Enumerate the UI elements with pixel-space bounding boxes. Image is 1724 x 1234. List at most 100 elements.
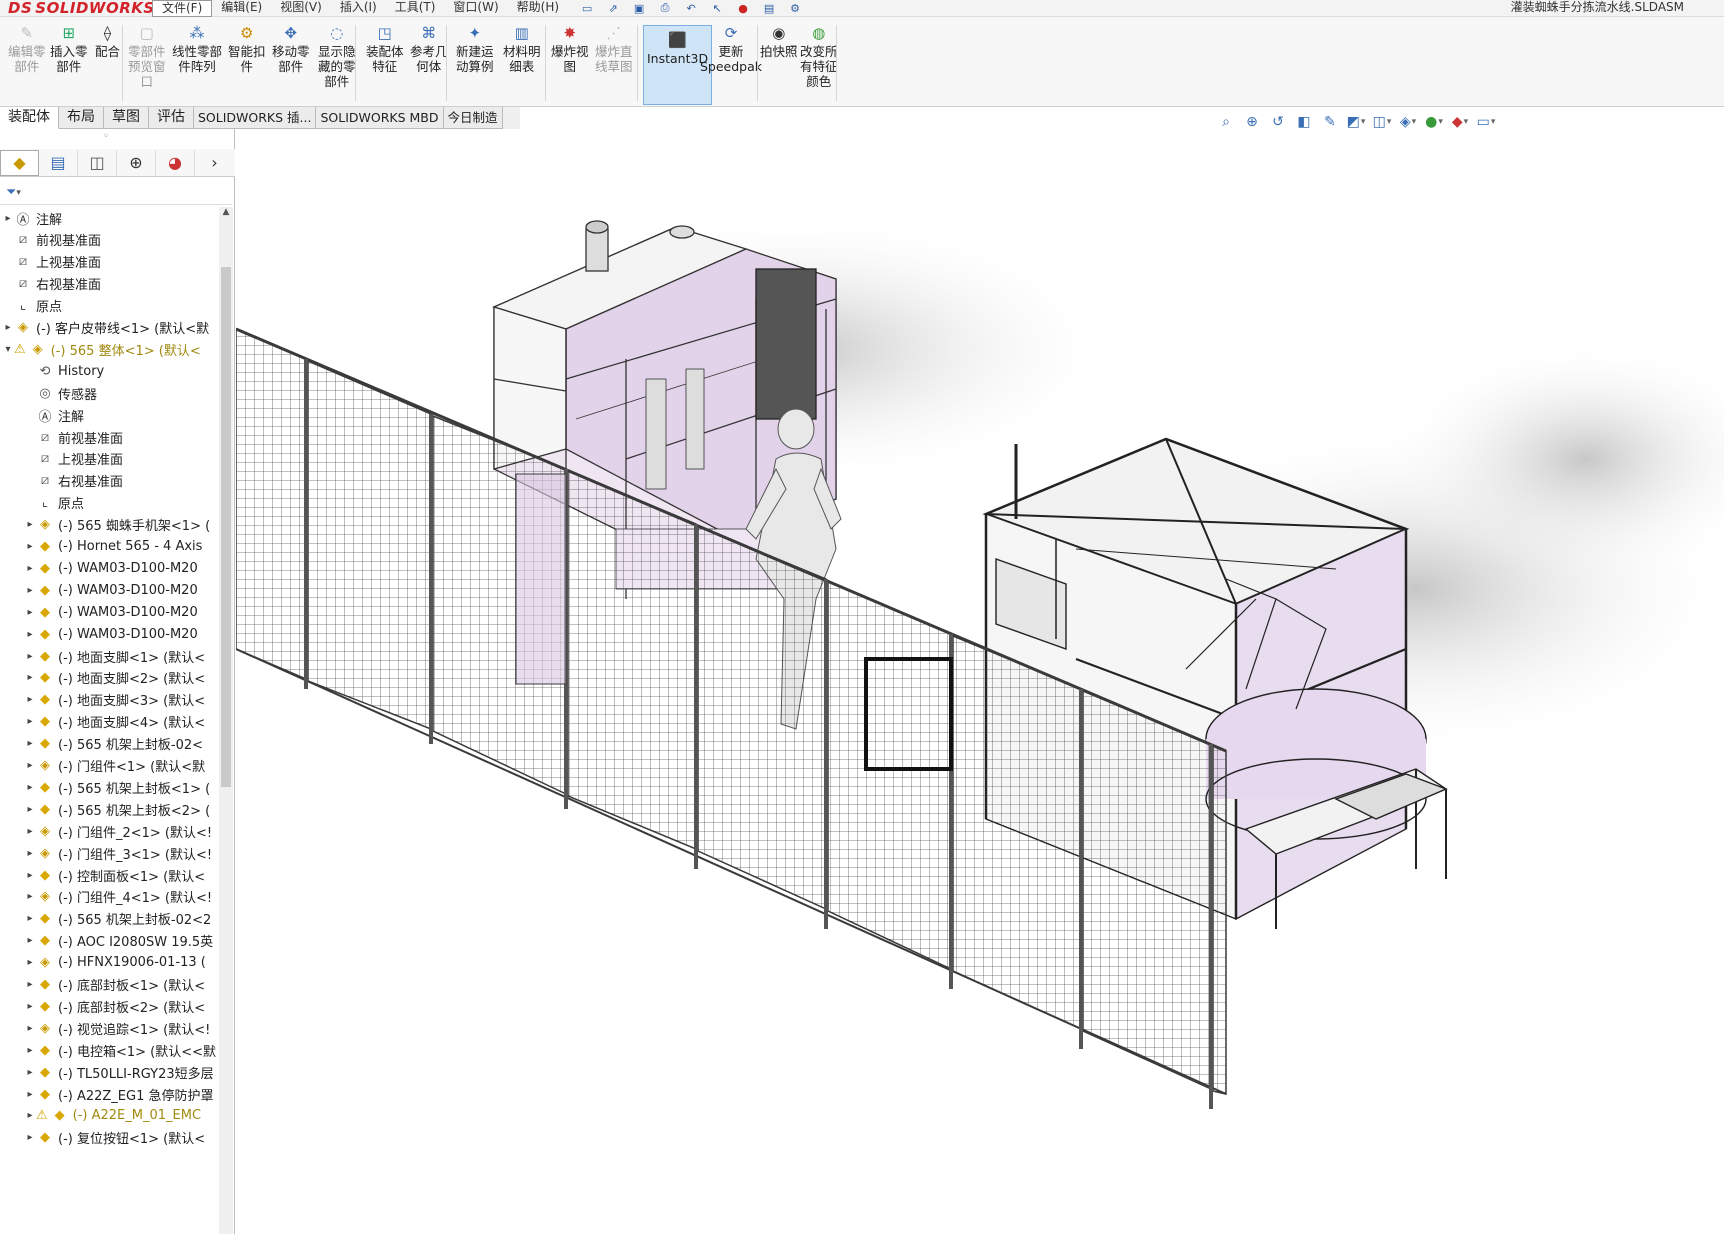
scrollbar-thumb[interactable] <box>221 267 231 787</box>
menu-item-1[interactable]: 编辑(E) <box>212 0 271 17</box>
tree-node[interactable]: ▸ ◈ (-) 门组件_2<1> (默认<! <box>0 820 218 842</box>
ribbon-button-17[interactable]: ◍ 改变所 有特征 颜色 <box>800 23 838 89</box>
tree-node[interactable]: ▸ ◆ (-) 地面支脚<4> (默认< <box>0 711 218 733</box>
command-tab-1[interactable]: 布局 <box>59 107 104 129</box>
tree-node[interactable]: ▸ ◆ (-) 控制面板<1> (默认< <box>0 864 218 886</box>
menu-item-4[interactable]: 工具(T) <box>386 0 445 17</box>
tree-node[interactable]: ⟲ History <box>0 360 218 382</box>
display-manager-tab-icon[interactable]: ◕ <box>156 149 195 176</box>
feature-tree-scrollbar[interactable]: ▲ <box>219 207 233 1234</box>
expand-toggle-icon[interactable]: ▸ <box>24 1045 36 1056</box>
command-tab-5[interactable]: SOLIDWORKS MBD <box>316 107 444 129</box>
ribbon-button-8[interactable]: ◳ 装配体 特征 <box>366 23 404 74</box>
tree-node[interactable]: ▸ ◈ (-) 视觉追踪<1> (默认<! <box>0 1017 218 1039</box>
command-tab-4[interactable]: SOLIDWORKS 插... <box>194 107 317 129</box>
tree-node[interactable]: ▸ ◆ (-) WAM03-D100-M20 <box>0 623 218 645</box>
property-manager-tab-icon[interactable]: ▤ <box>39 149 78 176</box>
expand-toggle-icon[interactable]: ▸ <box>24 1110 36 1121</box>
tree-node[interactable]: ▸ ◆ (-) 565 机架上封板<2> ( <box>0 798 218 820</box>
tree-node[interactable]: ▸ ◆ (-) 565 机架上封板-02<2 <box>0 908 218 930</box>
tree-node[interactable]: ▸ ◆ (-) 565 机架上封板-02< <box>0 733 218 755</box>
tree-node[interactable]: ▸ ◆ (-) WAM03-D100-M20 <box>0 557 218 579</box>
expand-toggle-icon[interactable]: ▸ <box>24 1089 36 1100</box>
tree-node[interactable]: ▸ ◆ (-) WAM03-D100-M20 <box>0 579 218 601</box>
panel-splitter-grip[interactable]: ◦ <box>103 131 109 142</box>
tree-node[interactable]: ⌞ 原点 <box>0 295 218 317</box>
ribbon-button-13[interactable]: ⋰ 爆炸直 线草图 <box>595 23 633 74</box>
tree-node[interactable]: ⧄ 右视基准面 <box>0 470 218 492</box>
tree-node[interactable]: ⧄ 上视基准面 <box>0 448 218 470</box>
command-tab-2[interactable]: 草图 <box>104 107 149 129</box>
menu-item-5[interactable]: 窗口(W) <box>444 0 507 17</box>
expand-toggle-icon[interactable]: ▸ <box>24 541 36 552</box>
tree-node[interactable]: ▸ ◈ (-) 565 蜘蛛手机架<1> ( <box>0 514 218 536</box>
expand-toggle-icon[interactable]: ▸ <box>24 629 36 640</box>
expand-toggle-icon[interactable]: ▸ <box>24 891 36 902</box>
expand-toggle-icon[interactable]: ▸ <box>24 848 36 859</box>
command-tab-0[interactable]: 装配体 <box>0 107 59 129</box>
tree-node[interactable]: ▸ ◈ (-) 门组件_3<1> (默认<! <box>0 842 218 864</box>
ribbon-button-3[interactable]: ▢ 零部件 预览窗 口 <box>128 23 166 89</box>
configuration-manager-tab-icon[interactable]: ◫ <box>78 149 117 176</box>
tree-node[interactable]: ▾ ⚠ ◈ (-) 565 整体<1> (默认< <box>0 338 218 360</box>
expand-toggle-icon[interactable]: ▸ <box>24 782 36 793</box>
tree-node[interactable]: ▸ ◆ (-) AOC I2080SW 19.5英 <box>0 930 218 952</box>
expand-toggle-icon[interactable]: ▸ <box>2 322 14 333</box>
feature-tree-filter[interactable]: ⏷ ▾ <box>0 181 232 205</box>
tree-node[interactable]: ▸ ◈ (-) 门组件<1> (默认<默 <box>0 755 218 777</box>
tree-node[interactable]: ⧄ 前视基准面 <box>0 229 218 251</box>
expand-toggle-icon[interactable]: ▸ <box>24 607 36 618</box>
graphics-area[interactable] <box>236 129 1724 1234</box>
expand-toggle-icon[interactable]: ▸ <box>24 957 36 968</box>
ribbon-button-15[interactable]: ⟳ 更新 Speedpak <box>700 23 762 74</box>
scroll-up-icon[interactable]: ▲ <box>219 207 233 221</box>
ribbon-button-9[interactable]: ⌘ 参考几 何体 <box>410 23 448 74</box>
ribbon-button-7[interactable]: ◌ 显示隐 藏的零 部件 <box>318 23 356 89</box>
tree-node[interactable]: ▸ ◆ (-) 电控箱<1> (默认<<默 <box>0 1039 218 1061</box>
ribbon-button-2[interactable]: ⟠ 配合 <box>95 23 120 59</box>
select-icon[interactable]: ↖ <box>706 1 728 16</box>
file-properties-icon[interactable]: ▤ <box>758 1 780 16</box>
tree-node[interactable]: ▸ ◆ (-) 地面支脚<3> (默认< <box>0 689 218 711</box>
tree-node[interactable]: ▸ ◆ (-) 565 机架上封板<1> ( <box>0 776 218 798</box>
expand-toggle-icon[interactable]: ▸ <box>24 979 36 990</box>
tree-node[interactable]: ▸ ◆ (-) WAM03-D100-M20 <box>0 601 218 623</box>
expand-toggle-icon[interactable]: ▸ <box>24 870 36 881</box>
menu-item-0[interactable]: 文件(F) <box>152 0 213 17</box>
expand-toggle-icon[interactable]: ▸ <box>24 1067 36 1078</box>
rebuild-icon[interactable]: ● <box>732 1 754 16</box>
menu-item-2[interactable]: 视图(V) <box>271 0 331 17</box>
print-icon[interactable]: ⎙ <box>654 1 676 16</box>
expand-toggle-icon[interactable]: ▸ <box>24 519 36 530</box>
tree-node[interactable]: ⌞ 原点 <box>0 492 218 514</box>
ribbon-button-12[interactable]: ✸ 爆炸视 图 <box>551 23 589 74</box>
menu-item-3[interactable]: 插入(I) <box>331 0 386 17</box>
expand-toggle-icon[interactable]: ▸ <box>24 672 36 683</box>
tree-node[interactable]: ⧄ 前视基准面 <box>0 426 218 448</box>
tree-node[interactable]: ⧄ 右视基准面 <box>0 273 218 295</box>
ribbon-button-6[interactable]: ✥ 移动零 部件 <box>272 23 310 74</box>
expand-toggle-icon[interactable]: ▸ <box>2 213 14 224</box>
tree-node[interactable]: Ⓐ 注解 <box>0 404 218 426</box>
tree-node[interactable]: ▸ ◆ (-) 底部封板<1> (默认< <box>0 974 218 996</box>
tree-node[interactable]: ▸ ◆ (-) 地面支脚<2> (默认< <box>0 667 218 689</box>
tree-node[interactable]: ▸ ◈ (-) 门组件_4<1> (默认<! <box>0 886 218 908</box>
expand-toggle-icon[interactable]: ▸ <box>24 694 36 705</box>
expand-toggle-icon[interactable]: ▸ <box>24 1023 36 1034</box>
ribbon-button-10[interactable]: ✦ 新建运 动算例 <box>456 23 494 74</box>
expand-toggle-icon[interactable]: ▸ <box>24 935 36 946</box>
tree-node[interactable]: ▸ ◆ (-) 地面支脚<1> (默认< <box>0 645 218 667</box>
tree-node[interactable]: ▸ Ⓐ 注解 <box>0 207 218 229</box>
expand-toggle-icon[interactable]: ▸ <box>24 738 36 749</box>
dimxpert-manager-tab-icon[interactable]: ⊕ <box>117 149 156 176</box>
panel-tabs-more-icon[interactable]: › <box>195 150 234 176</box>
feature-manager-tab-icon[interactable]: ◆ <box>0 149 39 176</box>
open-document-icon[interactable]: ⇗ <box>602 1 624 16</box>
tree-node[interactable]: ⧄ 上视基准面 <box>0 251 218 273</box>
ribbon-button-4[interactable]: ⁂ 线性零部 件阵列 <box>172 23 222 74</box>
tree-node[interactable]: ▸ ◈ (-) HFNX19006-01-13 ( <box>0 952 218 974</box>
save-icon[interactable]: ▣ <box>628 1 650 16</box>
expand-toggle-icon[interactable]: ▸ <box>24 651 36 662</box>
tree-node[interactable]: ▸ ◆ (-) TL50LLI-RGY23短多层 <box>0 1061 218 1083</box>
undo-icon[interactable]: ↶ <box>680 1 702 16</box>
